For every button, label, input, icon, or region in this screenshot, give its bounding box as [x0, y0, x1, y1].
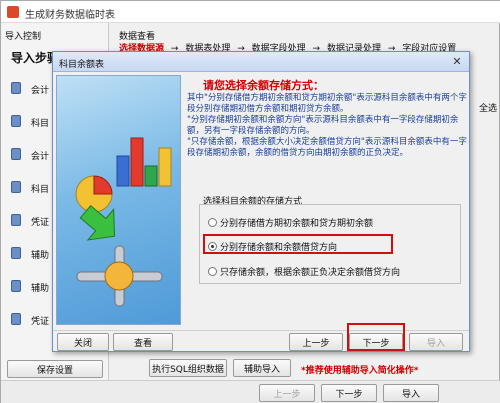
import-control-label: 导入控制 [5, 32, 42, 42]
desc-paragraph-1: 其中"分别存储借方期初余额和贷方期初余额"表示源科目余额表中有两个字段分别存储期… [187, 93, 467, 114]
bottom-bar: 上一步 下一步 导入 [1, 380, 500, 403]
radio-circle-icon [208, 218, 217, 227]
close-icon[interactable]: ✕ [449, 54, 465, 69]
option-debit-credit-radio[interactable]: 分别存储借方期初余额和贷方期初余额 [208, 216, 373, 229]
select-all-label[interactable]: 全选 [479, 101, 497, 114]
aux-import-button[interactable]: 辅助导入 [233, 359, 291, 377]
pie-chart-icon [75, 175, 113, 213]
dialog-view-button[interactable]: 查看 [113, 333, 173, 351]
exec-sql-button[interactable]: 执行SQL组织数据 [149, 359, 227, 377]
desc-paragraph-2: "分别存储期初余额和余额方向"表示源科目余额表中有一字段存储期初余额，另有一字段… [187, 115, 459, 136]
dialog-title: 科目余额表 [59, 60, 105, 70]
title-bar: 生成财务数据临时表 [1, 1, 500, 23]
dialog-description: 其中"分别存储借方期初余额和贷方期初余额"表示源科目余额表中有两个字段分别存储期… [187, 93, 467, 159]
recommend-note: *推荐使用辅助导入简化操作* [301, 366, 419, 376]
bar-chart-icon [116, 137, 172, 187]
step-icon [11, 181, 21, 193]
app-icon [7, 6, 19, 18]
search-icon [11, 115, 21, 127]
radio-circle-icon [208, 267, 217, 276]
step-icon [11, 247, 21, 259]
step-icon [11, 280, 21, 292]
desc-paragraph-3: "只存储余额，根据余额大小决定余额借贷方向"表示源科目余额表中有一字段存储期初余… [187, 137, 467, 158]
option-balance-only-radio[interactable]: 只存储余额，根据余额正负决定余额借贷方向 [208, 265, 400, 278]
pipe-connector-icon [76, 245, 163, 307]
selection-highlight-box [203, 234, 393, 254]
database-icon [11, 82, 21, 94]
dialog-prev-button[interactable]: 上一步 [289, 333, 343, 351]
dialog-illustration [56, 75, 181, 325]
step-icon [11, 214, 21, 226]
dialog-import-button[interactable]: 导入 [409, 333, 463, 351]
prev-button[interactable]: 上一步 [259, 384, 315, 402]
dialog-title-bar: 科目余额表 ✕ [53, 52, 469, 72]
step-icon [11, 148, 21, 160]
step-icon [11, 313, 21, 325]
dialog-heading: 请您选择余额存储方式： [203, 79, 324, 92]
dialog-divider [53, 330, 469, 331]
next-button[interactable]: 下一步 [321, 384, 377, 402]
import-button[interactable]: 导入 [383, 384, 439, 402]
dialog-close-button[interactable]: 关闭 [57, 333, 109, 351]
window-title: 生成财务数据临时表 [25, 10, 115, 21]
next-button-highlight-box [347, 323, 405, 351]
balance-dialog: 科目余额表 ✕ 请您选择余额存储方式： 其中"分别存储借方期初余额和贷方期初余额… [52, 51, 470, 352]
save-settings-button[interactable]: 保存设置 [7, 360, 103, 378]
